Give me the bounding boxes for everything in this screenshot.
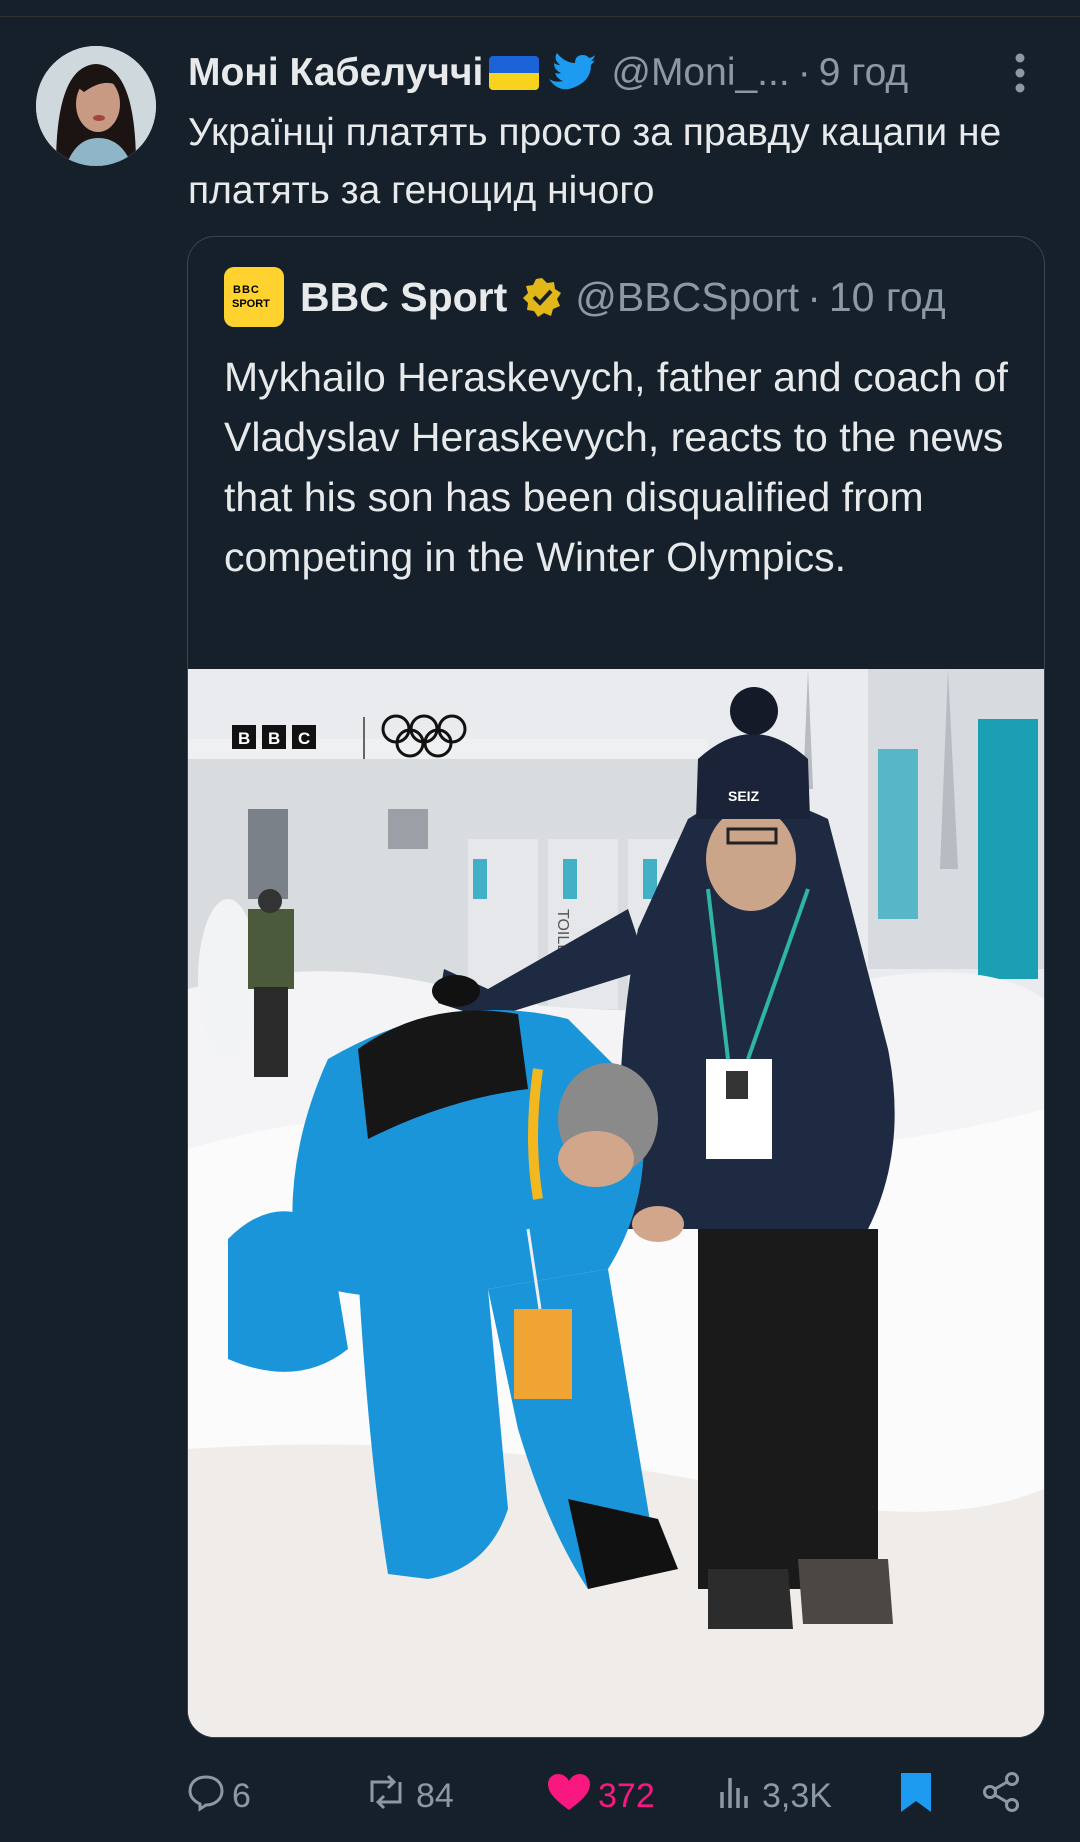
divider [0, 16, 1080, 17]
quoted-tweet[interactable]: BBC SPORT BBC Sport @BBCSport · 10 год M… [187, 236, 1045, 1738]
author-name[interactable]: Моні Кабелуччі [188, 51, 483, 95]
avatar[interactable] [36, 46, 156, 166]
repost-icon [362, 1772, 416, 1821]
quote-author-name[interactable]: BBC Sport [300, 274, 507, 321]
svg-text:B: B [268, 729, 280, 748]
separator: · [807, 273, 821, 320]
quote-author-handle[interactable]: @BBCSport [575, 274, 799, 321]
reply-button[interactable]: 6 [186, 1770, 251, 1822]
views-icon [716, 1772, 762, 1821]
like-button[interactable]: 372 [546, 1770, 655, 1822]
bbc-sport-logo[interactable]: BBC SPORT [224, 267, 284, 327]
quote-header: BBC SPORT BBC Sport @BBCSport · 10 год [224, 267, 946, 327]
like-count: 372 [598, 1776, 655, 1815]
reply-icon [186, 1772, 232, 1821]
separator: · [797, 51, 811, 94]
tweet-actions: 6 84 372 3,3K [0, 1760, 1080, 1830]
bookmark-button[interactable] [898, 1770, 940, 1822]
heart-icon [546, 1772, 598, 1821]
hat-label: SEIZ [728, 788, 760, 804]
verified-icon [521, 276, 563, 318]
share-button[interactable] [980, 1770, 1028, 1822]
timestamp[interactable]: 9 год [819, 51, 908, 95]
svg-text:C: C [298, 729, 310, 748]
reply-count: 6 [232, 1776, 251, 1815]
quote-timestamp[interactable]: 10 год [829, 274, 946, 321]
share-icon [980, 1771, 1028, 1822]
bookmark-icon [898, 1770, 940, 1823]
repost-count: 84 [416, 1776, 454, 1815]
svg-text:B: B [238, 729, 250, 748]
views-count: 3,3K [762, 1776, 832, 1815]
repost-button[interactable]: 84 [362, 1770, 454, 1822]
author-handle[interactable]: @Moni_... [611, 51, 789, 95]
flag-icon [489, 56, 540, 90]
quote-text: Mykhailo Heraskevych, father and coach o… [224, 354, 1008, 580]
bird-icon [545, 53, 596, 93]
quote-photo[interactable]: TOILETS B B C SEIZ [188, 669, 1044, 1737]
tweet-text: Українці платять просто за правду кацапи… [188, 111, 1002, 212]
more-icon[interactable] [1005, 50, 1035, 96]
views-button[interactable]: 3,3K [716, 1770, 832, 1822]
tweet-header: Моні Кабелуччі @Moni_... · 9 год [188, 48, 1038, 98]
